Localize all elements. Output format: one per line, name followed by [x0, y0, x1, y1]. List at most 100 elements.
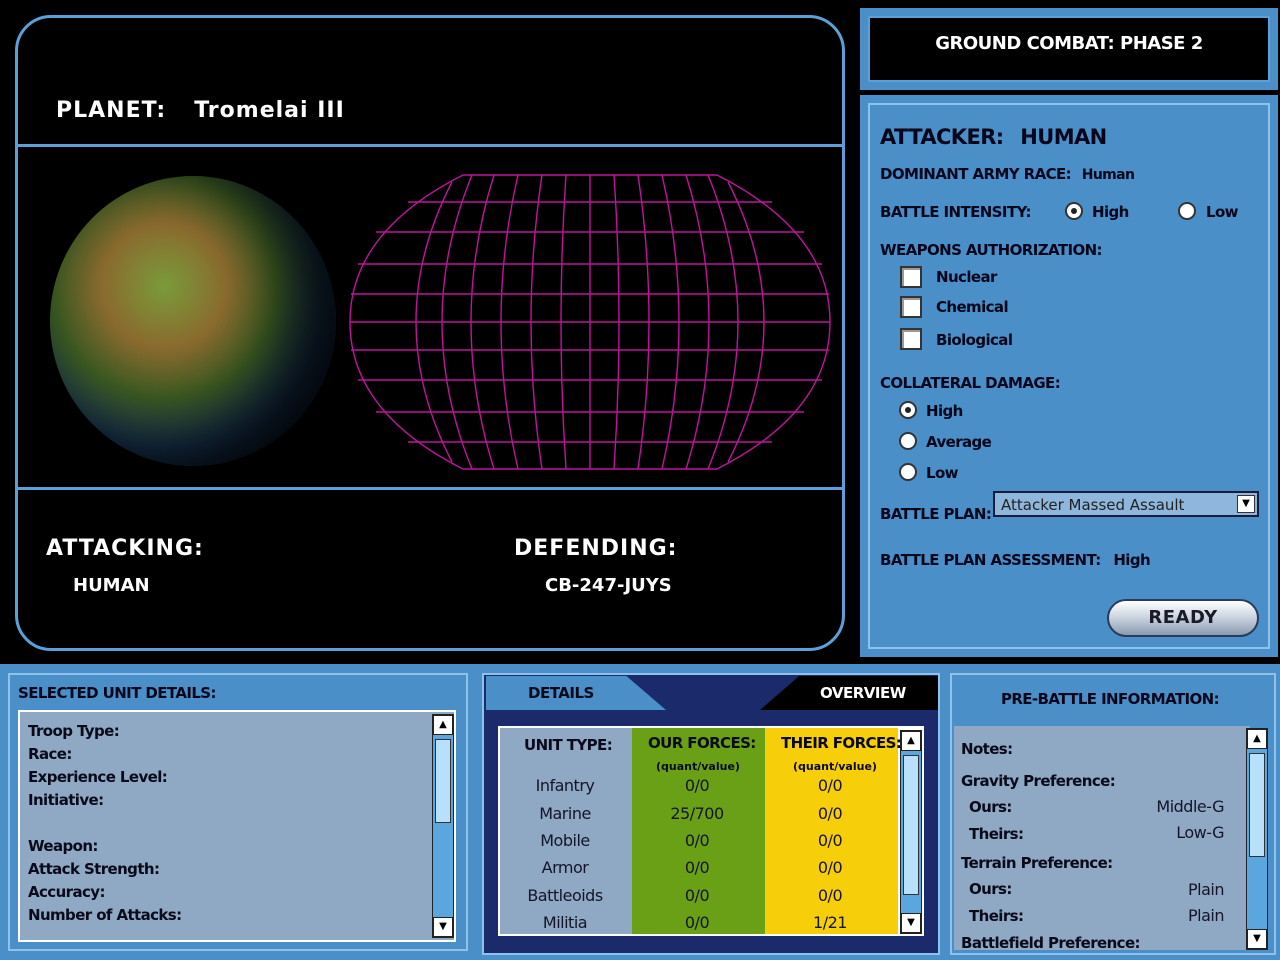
unit-details-list: Troop Type: Race: Experience Level: Init… [18, 710, 456, 942]
table-cell-ours: 0/0 [684, 776, 710, 795]
our-forces-header: OUR FORCES: [648, 734, 756, 752]
defending-value: CB-247-JUYS [545, 575, 672, 596]
gravity-theirs-value: Low-G [1176, 823, 1224, 842]
chevron-down-icon[interactable]: ▼ [1237, 495, 1255, 513]
scroll-thumb[interactable] [903, 755, 919, 895]
attacker-label: ATTACKER: [880, 125, 1004, 149]
battle-intensity-label: BATTLE INTENSITY: [880, 203, 1031, 221]
race-line: Race: [28, 745, 72, 763]
our-forces-column: OUR FORCES: (quant/value) 0/0 25/700 0/0… [632, 728, 765, 934]
table-cell-theirs: 1/21 [813, 913, 847, 932]
collateral-low-radio[interactable] [899, 463, 917, 481]
terrain-label: Terrain Preference: [961, 854, 1113, 872]
scroll-thumb[interactable] [435, 739, 451, 823]
table-cell-ours: 0/0 [684, 886, 710, 905]
gravity-label: Gravity Preference: [961, 772, 1116, 790]
chemical-checkbox[interactable] [900, 296, 922, 318]
terrain-theirs-label: Theirs: [969, 907, 1024, 925]
battle-plan-value: Attacker Massed Assault [1001, 496, 1185, 514]
unit-details-scrollbar[interactable]: ▲ ▼ [432, 714, 454, 938]
accuracy-line: Accuracy: [28, 883, 105, 901]
attacking-label: ATTACKING: [46, 536, 204, 561]
scroll-down-icon[interactable]: ▼ [1247, 929, 1267, 949]
intensity-high-label: High [1092, 203, 1129, 221]
nuclear-label: Nuclear [936, 268, 997, 286]
scroll-down-icon[interactable]: ▼ [433, 917, 453, 937]
table-cell-theirs: 0/0 [817, 804, 843, 823]
ready-button[interactable]: READY [1107, 599, 1259, 637]
planet-panel: PLANET: Tromelai III ATTACKING: HUMAN DEF… [15, 15, 845, 651]
table-row-type: Marine [539, 804, 591, 823]
forces-scrollbar[interactable]: ▲ ▼ [900, 730, 922, 934]
table-cell-ours: 0/0 [684, 913, 710, 932]
table-cell-theirs: 0/0 [817, 776, 843, 795]
gravity-ours-label: Ours: [969, 798, 1012, 816]
table-cell-theirs: 0/0 [817, 886, 843, 905]
scroll-up-icon[interactable]: ▲ [433, 715, 453, 735]
table-row-type: Battleoids [527, 886, 603, 905]
attacking-value: HUMAN [73, 575, 150, 596]
collateral-average-radio[interactable] [899, 432, 917, 450]
collateral-label: COLLATERAL DAMAGE: [880, 374, 1061, 392]
attack-strength-line: Attack Strength: [28, 860, 160, 878]
initiative-line: Initiative: [28, 791, 104, 809]
assessment-value: High [1113, 551, 1151, 569]
weapon-line: Weapon: [28, 837, 98, 855]
table-cell-ours: 0/0 [684, 858, 710, 877]
scroll-thumb[interactable] [1249, 753, 1265, 857]
unit-type-column: UNIT TYPE: Infantry Marine Mobile Armor … [500, 728, 632, 934]
prebattle-scrollbar[interactable]: ▲ ▼ [1246, 728, 1268, 950]
prebattle-title: PRE-BATTLE INFORMATION: [1000, 690, 1220, 708]
biological-label: Biological [936, 331, 1013, 349]
our-forces-subheader: (quant/value) [656, 760, 740, 773]
attacker-row: ATTACKER: HUMAN [880, 125, 1107, 149]
battle-options-panel: ATTACKER: HUMAN DOMINANT ARMY RACE: Huma… [860, 95, 1278, 657]
intensity-low-label: Low [1206, 203, 1239, 221]
planet-label: PLANET: [56, 98, 167, 123]
gravity-ours-value: Middle-G [1156, 797, 1224, 816]
attacker-value: HUMAN [1020, 125, 1107, 149]
planet-title: PLANET: Tromelai III [56, 98, 345, 123]
forces-table: UNIT TYPE: Infantry Marine Mobile Armor … [498, 726, 924, 936]
scroll-down-icon[interactable]: ▼ [901, 913, 921, 933]
dominant-race-value: Human [1081, 167, 1135, 183]
biological-checkbox[interactable] [900, 328, 922, 350]
number-attacks-line: Number of Attacks: [28, 906, 182, 924]
chemical-label: Chemical [936, 298, 1009, 316]
scroll-up-icon[interactable]: ▲ [1247, 729, 1267, 749]
planet-map-grid[interactable] [348, 172, 832, 472]
dominant-race-label: DOMINANT ARMY RACE: [880, 165, 1072, 183]
their-forces-column: THEIR FORCES: (quant/value) 0/0 0/0 0/0 … [765, 728, 902, 934]
terrain-ours-label: Ours: [969, 880, 1012, 898]
gravity-theirs-label: Theirs: [969, 825, 1024, 843]
divider-bottom [18, 487, 842, 490]
collateral-average-label: Average [926, 433, 992, 451]
intensity-low-radio[interactable] [1178, 202, 1196, 220]
table-cell-theirs: 0/0 [817, 831, 843, 850]
assessment-label: BATTLE PLAN ASSESSMENT: [880, 551, 1101, 569]
notes-label: Notes: [961, 740, 1013, 758]
unit-details-title: SELECTED UNIT DETAILS: [18, 684, 217, 702]
unit-type-header: UNIT TYPE: [524, 736, 613, 754]
intensity-high-radio[interactable] [1065, 202, 1083, 220]
battle-plan-select[interactable]: Attacker Massed Assault ▼ [993, 491, 1259, 517]
planet-name: Tromelai III [194, 98, 345, 123]
planet-globe [50, 176, 336, 466]
their-forces-header: THEIR FORCES: [781, 734, 902, 752]
battlefield-label: Battlefield Preference: [961, 934, 1141, 950]
phase-header: GROUND COMBAT: PHASE 2 [860, 8, 1278, 90]
battle-plan-label: BATTLE PLAN: [880, 505, 992, 523]
nuclear-checkbox[interactable] [900, 266, 922, 288]
table-row-type: Armor [541, 858, 589, 877]
weapons-label: WEAPONS AUTHORIZATION: [880, 241, 1103, 259]
table-cell-theirs: 0/0 [817, 858, 843, 877]
table-row-type: Militia [542, 913, 588, 932]
collateral-low-label: Low [926, 464, 959, 482]
collateral-high-radio[interactable] [899, 401, 917, 419]
defending-label: DEFENDING: [514, 536, 678, 561]
scroll-up-icon[interactable]: ▲ [901, 731, 921, 751]
table-row-type: Infantry [535, 776, 595, 795]
collateral-high-label: High [926, 402, 963, 420]
experience-line: Experience Level: [28, 768, 168, 786]
